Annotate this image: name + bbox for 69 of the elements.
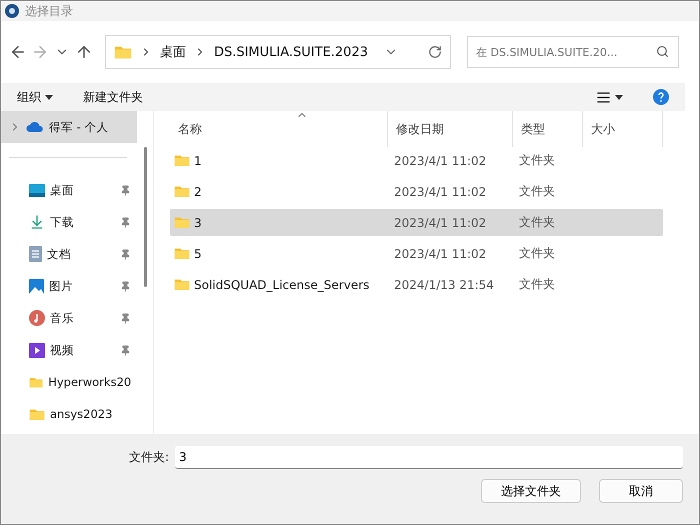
picture-icon: [29, 278, 44, 294]
modified-date: 2023/4/1 11:02: [393, 184, 488, 198]
help-icon[interactable]: [653, 89, 669, 105]
download-icon: [29, 214, 45, 230]
select-folder-button[interactable]: 选择文件夹: [481, 479, 581, 503]
window-title: 选择目录: [25, 2, 73, 20]
forward-arrow-icon: [31, 43, 49, 61]
folder-icon: [29, 408, 45, 420]
folder-name-field[interactable]: 3: [175, 446, 683, 469]
file-type: 文件夹: [518, 152, 556, 169]
sidebar-item[interactable]: 视频: [1, 334, 138, 366]
file-name: SolidSQUAD_License_Servers: [194, 278, 370, 292]
file-name: 3: [194, 216, 202, 230]
organize-button[interactable]: 组织: [17, 88, 53, 106]
file-name: 2: [194, 184, 202, 198]
list-view-icon: [596, 90, 611, 104]
folder-icon: [174, 216, 190, 229]
sidebar-item[interactable]: 下载: [1, 206, 138, 238]
document-icon: [29, 246, 42, 262]
cancel-button[interactable]: 取消: [599, 479, 683, 503]
column-header[interactable]: 修改日期: [388, 111, 513, 147]
file-name: 1: [194, 154, 202, 168]
file-type: 文件夹: [518, 214, 556, 231]
file-row[interactable]: 2 2023/4/1 11:02 文件夹: [170, 178, 663, 205]
file-type: 文件夹: [518, 245, 556, 262]
sidebar-item[interactable]: ansys2023: [1, 398, 138, 430]
search-icon: [656, 45, 669, 58]
file-name: 5: [194, 246, 202, 260]
caret-icon: [45, 94, 53, 100]
breadcrumb-item[interactable]: 桌面: [160, 43, 186, 61]
sidebar-item[interactable]: 图片: [1, 270, 138, 302]
breadcrumb-item[interactable]: DS.SIMULIA.SUITE.2023: [214, 44, 368, 60]
folder-icon: [174, 278, 190, 291]
column-header[interactable]: 名称: [170, 111, 388, 147]
folder-icon: [114, 44, 132, 60]
file-row[interactable]: SolidSQUAD_License_Servers 2024/1/13 21:54 文件夹: [170, 271, 663, 298]
modified-date: 2023/4/1 11:02: [393, 154, 488, 168]
caret-icon: [615, 94, 623, 100]
music-icon: [29, 310, 45, 326]
video-icon: [29, 342, 45, 358]
file-type: 文件夹: [518, 183, 556, 200]
folder-icon: [29, 376, 44, 388]
search-field[interactable]: 在 DS.SIMULIA.SUITE.20...: [467, 36, 679, 68]
column-header[interactable]: 类型: [513, 111, 583, 147]
sidebar-item[interactable]: 文档: [1, 238, 138, 270]
desktop-icon: [29, 184, 45, 196]
cloud-icon: [26, 121, 44, 133]
sidebar-item[interactable]: 音乐: [1, 302, 138, 334]
view-options-button[interactable]: [596, 90, 623, 104]
folder-label: 文件夹:: [128, 449, 169, 466]
file-row[interactable]: 1 2023/4/1 11:02 文件夹: [170, 147, 663, 174]
refresh-icon[interactable]: [428, 45, 442, 59]
address-bar[interactable]: 桌面 DS.SIMULIA.SUITE.2023: [104, 35, 451, 69]
new-folder-button[interactable]: 新建文件夹: [83, 88, 143, 106]
sidebar-item[interactable]: 桌面: [1, 174, 138, 206]
modified-date: 2024/1/13 21:54: [393, 278, 495, 292]
column-header[interactable]: 大小: [583, 111, 663, 147]
folder-icon: [174, 154, 190, 167]
file-row[interactable]: 5 2023/4/1 11:02 文件夹: [170, 240, 663, 267]
modified-date: 2023/4/1 11:02: [393, 216, 488, 230]
scrollbar-thumb[interactable]: [144, 147, 147, 287]
sidebar-item[interactable]: Hyperworks20: [1, 366, 138, 398]
app-logo-icon: [5, 4, 19, 18]
sidebar-item[interactable]: 得军 - 个人: [1, 111, 138, 143]
file-row[interactable]: 3 2023/4/1 11:02 文件夹: [170, 209, 663, 236]
modified-date: 2023/4/1 11:02: [393, 246, 488, 260]
folder-icon: [174, 247, 190, 260]
folder-icon: [174, 185, 190, 198]
file-type: 文件夹: [518, 276, 556, 293]
